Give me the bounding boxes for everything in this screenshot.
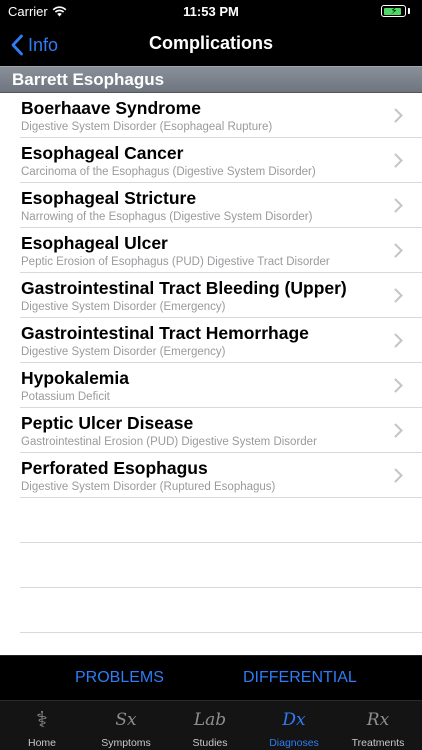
- list-item-subtitle: Potassium Deficit: [21, 391, 110, 403]
- list-item-subtitle: Gastrointestinal Erosion (PUD) Digestive…: [21, 436, 317, 448]
- empty-row: [0, 498, 422, 543]
- battery-nub: [408, 8, 410, 14]
- section-header: Barrett Esophagus: [0, 66, 422, 93]
- page-title: Complications: [148, 33, 273, 53]
- list-item[interactable]: Esophageal Cancer Carcinoma of the Esoph…: [0, 138, 422, 183]
- differential-button[interactable]: DIFFERENTIAL: [243, 669, 357, 687]
- list-item[interactable]: Peptic Ulcer Disease Gastrointestinal Er…: [0, 408, 422, 453]
- sx-icon: Sx: [115, 710, 137, 730]
- battery-icon: ⚡: [381, 5, 406, 17]
- tab-diagnoses[interactable]: Dx Diagnoses: [252, 701, 336, 750]
- list-item-title: Gastrointestinal Tract Hemorrhage: [21, 323, 309, 343]
- tab-treatments[interactable]: Rx Treatments: [336, 701, 420, 750]
- list-item-title: Peptic Ulcer Disease: [21, 413, 194, 433]
- list-item-title: Perforated Esophagus: [21, 458, 208, 478]
- list-item-subtitle: Peptic Erosion of Esophagus (PUD) Digest…: [21, 256, 330, 268]
- navigation-bar: Info Complications: [0, 24, 422, 66]
- tab-symptoms[interactable]: Sx Symptoms: [84, 701, 168, 750]
- empty-row: [0, 543, 422, 588]
- list-item-title: Esophageal Cancer: [21, 143, 184, 163]
- chevron-right-icon: [394, 378, 403, 393]
- list-item-subtitle: Digestive System Disorder (Esophageal Ru…: [21, 121, 273, 133]
- list-item[interactable]: Hypokalemia Potassium Deficit: [0, 363, 422, 408]
- list-item-subtitle: Digestive System Disorder (Ruptured Esop…: [21, 481, 276, 493]
- status-time: 11:53 PM: [183, 4, 239, 19]
- tab-label: Diagnoses: [269, 737, 319, 749]
- tab-home[interactable]: ⚕ Home: [0, 701, 84, 750]
- list-item[interactable]: Gastrointestinal Tract Bleeding (Upper) …: [0, 273, 422, 318]
- empty-row: [0, 588, 422, 633]
- tab-label: Symptoms: [101, 737, 151, 749]
- status-bar: Carrier 11:53 PM ⚡: [0, 0, 422, 24]
- list-item-title: Gastrointestinal Tract Bleeding (Upper): [21, 278, 347, 298]
- problems-button[interactable]: PROBLEMS: [75, 669, 164, 687]
- chevron-right-icon: [394, 198, 403, 213]
- segment-bar: PROBLEMS DIFFERENTIAL: [0, 655, 422, 700]
- list-item[interactable]: Esophageal Stricture Narrowing of the Es…: [0, 183, 422, 228]
- tab-studies[interactable]: Lab Studies: [168, 701, 252, 750]
- chevron-right-icon: [394, 468, 403, 483]
- lab-icon: Lab: [193, 710, 227, 730]
- tab-label: Studies: [192, 737, 228, 749]
- chevron-right-icon: [394, 153, 403, 168]
- chevron-right-icon: [394, 423, 403, 438]
- tab-label: Treatments: [351, 737, 405, 749]
- list-item-title: Esophageal Ulcer: [21, 233, 168, 253]
- tab-label: Home: [27, 737, 56, 749]
- section-title: Barrett Esophagus: [12, 70, 165, 89]
- complications-list: Boerhaave Syndrome Digestive System Diso…: [0, 93, 422, 633]
- list-item-subtitle: Narrowing of the Esophagus (Digestive Sy…: [21, 211, 313, 223]
- list-item-subtitle: Digestive System Disorder (Emergency): [21, 301, 226, 313]
- list-item[interactable]: Boerhaave Syndrome Digestive System Diso…: [0, 93, 422, 138]
- chevron-right-icon: [394, 333, 403, 348]
- chevron-right-icon: [394, 108, 403, 123]
- list-item-subtitle: Digestive System Disorder (Emergency): [21, 346, 226, 358]
- caduceus-icon: ⚕: [36, 707, 48, 733]
- chevron-right-icon: [394, 243, 403, 258]
- tab-bar: ⚕ Home Sx Symptoms Lab Studies Dx Diagno…: [0, 700, 422, 750]
- list-item[interactable]: Esophageal Ulcer Peptic Erosion of Esoph…: [0, 228, 422, 273]
- list-item[interactable]: Gastrointestinal Tract Hemorrhage Digest…: [0, 318, 422, 363]
- list-item-title: Esophageal Stricture: [21, 188, 197, 208]
- rx-icon: Rx: [366, 710, 390, 730]
- list-item-subtitle: Carcinoma of the Esophagus (Digestive Sy…: [21, 166, 316, 178]
- chevron-right-icon: [394, 288, 403, 303]
- dx-icon: Dx: [282, 710, 306, 730]
- list-item-title: Boerhaave Syndrome: [21, 98, 201, 118]
- list-item[interactable]: Perforated Esophagus Digestive System Di…: [0, 453, 422, 498]
- list-item-title: Hypokalemia: [21, 368, 129, 388]
